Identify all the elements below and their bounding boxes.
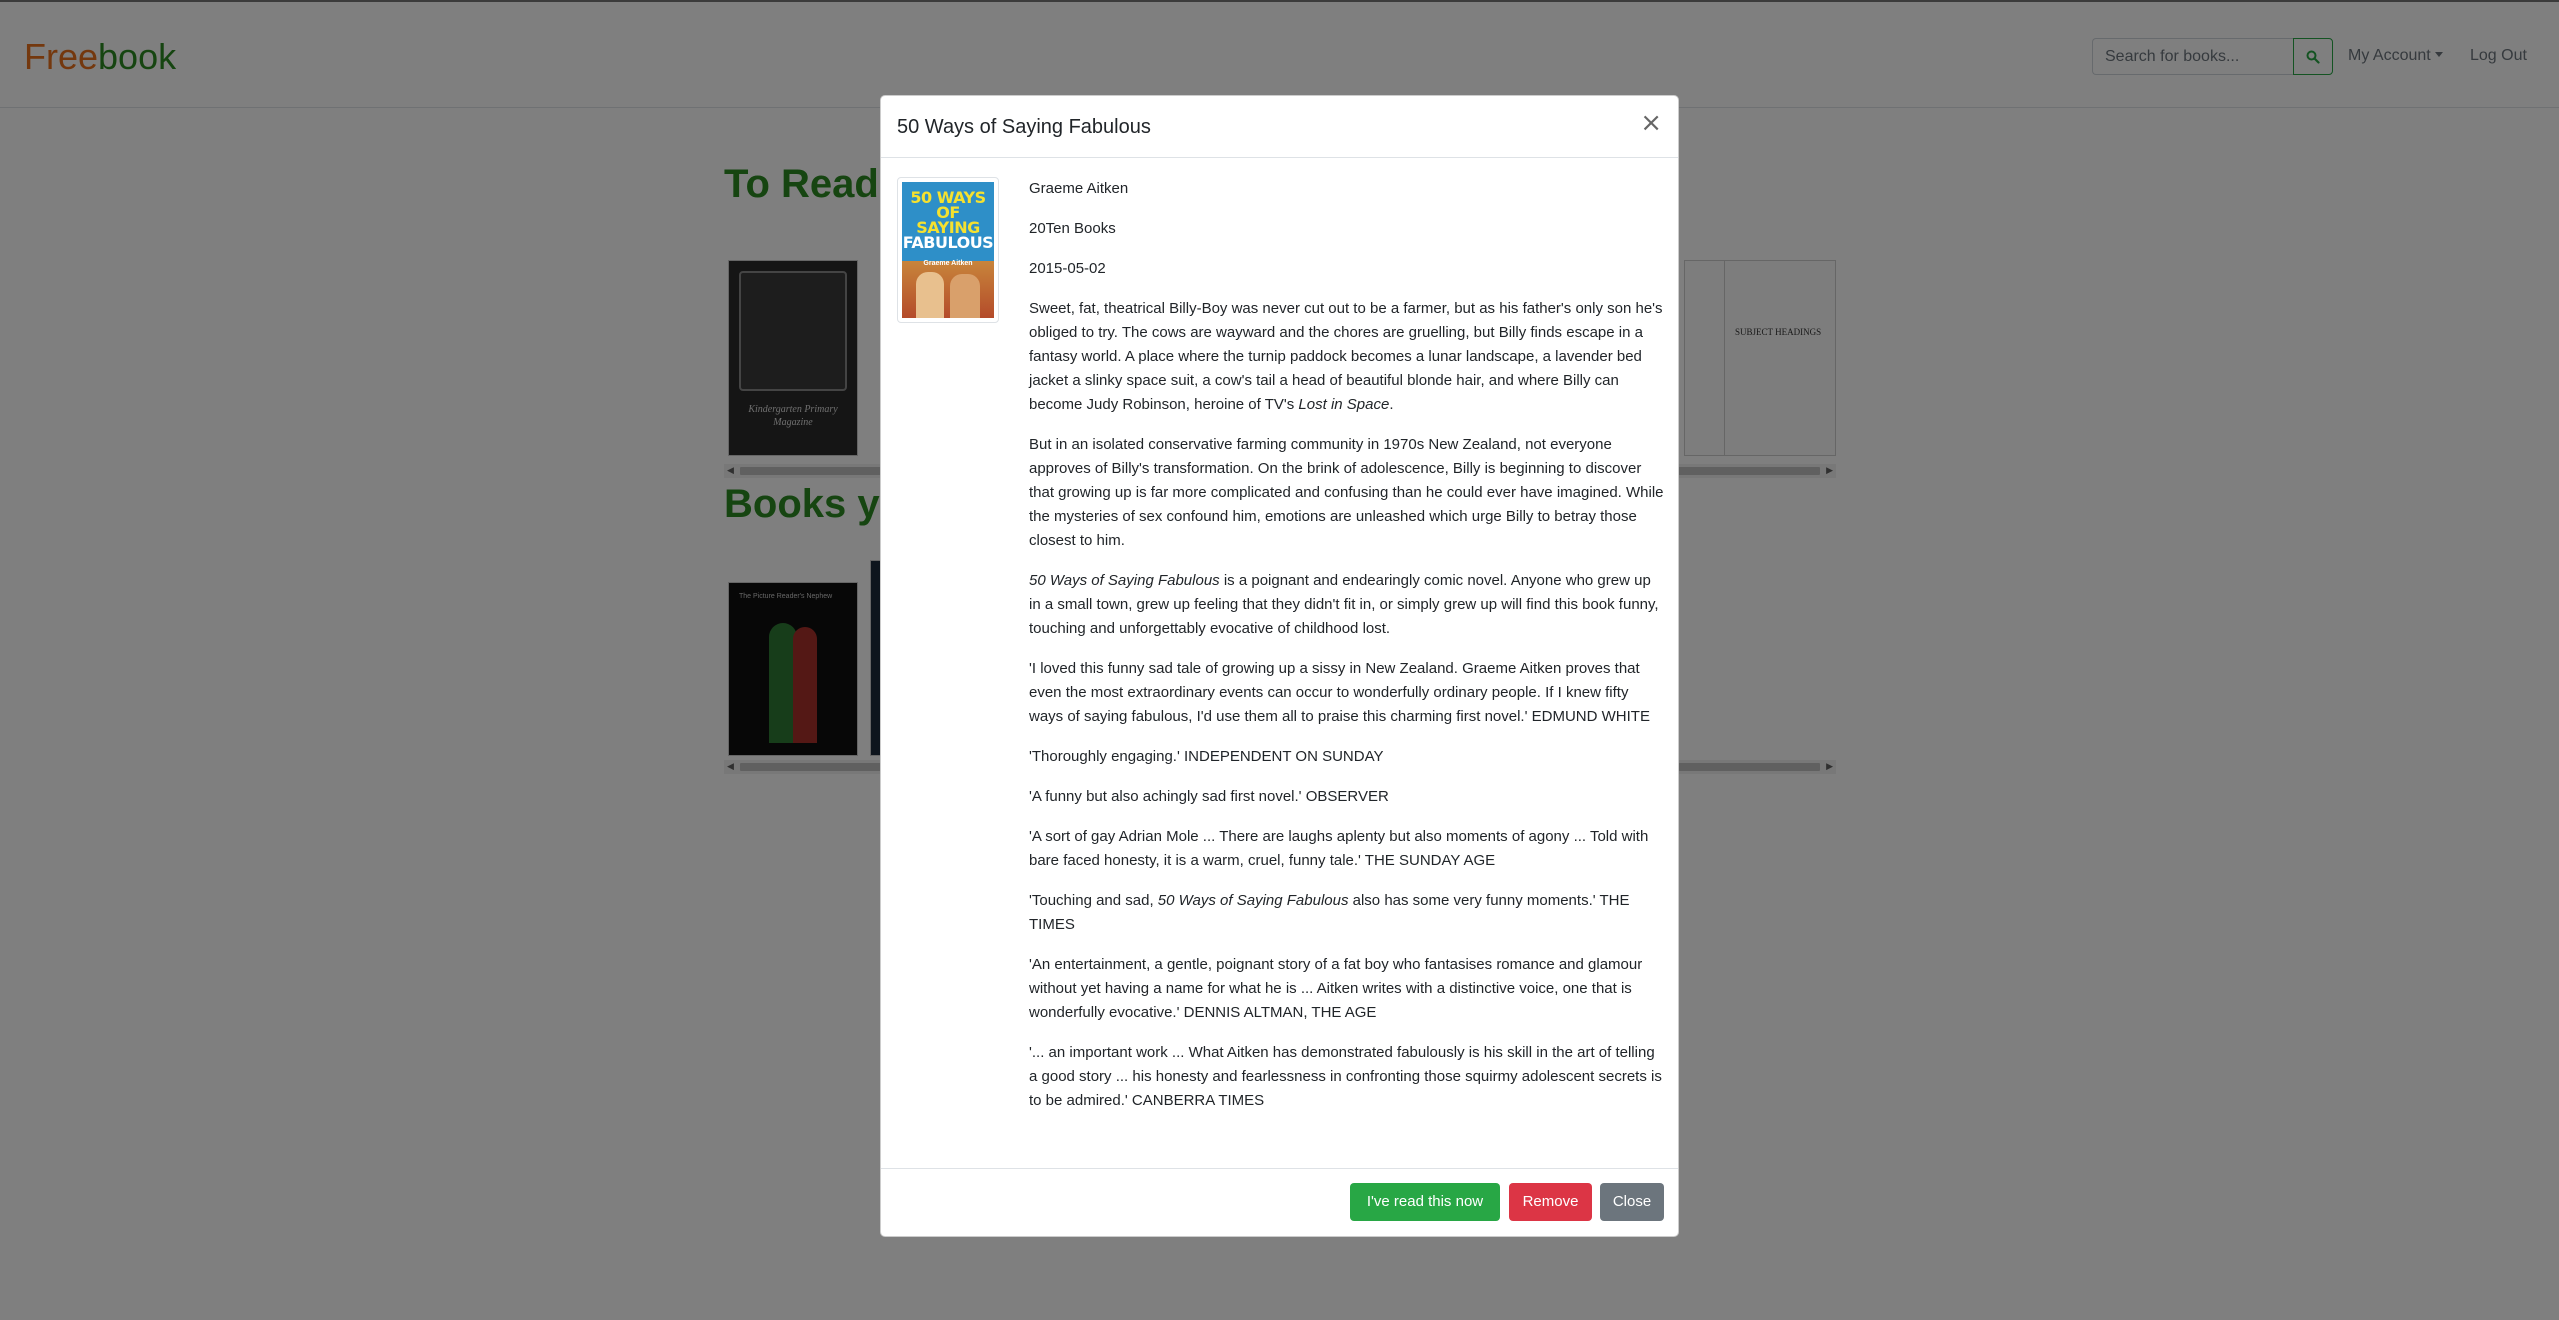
book-date: 2015-05-02: [1029, 260, 1106, 277]
remove-button[interactable]: Remove: [1509, 1183, 1592, 1221]
cover-title-line: OF SAYING: [916, 203, 980, 237]
book-description: Graeme Aitken 20Ten Books 2015-05-02 Swe…: [1029, 177, 1665, 1129]
review-quote: 'Thoroughly engaging.' INDEPENDENT ON SU…: [1029, 748, 1384, 765]
book-cover-thumbnail: 50 WAYS OF SAYING FABULOUS Graeme Aitken: [897, 177, 999, 323]
cover-figure-1: [916, 272, 944, 318]
description-text: 'Touching and sad,: [1029, 892, 1158, 909]
cover-author: Graeme Aitken: [923, 260, 973, 267]
description-text: .: [1389, 396, 1394, 413]
modal-title: 50 Ways of Saying Fabulous: [897, 116, 1151, 138]
cover-title: 50 WAYS OF SAYING FABULOUS: [902, 190, 994, 252]
modal-footer: I've read this now Remove Close: [881, 1168, 1678, 1236]
book-cover-image: 50 WAYS OF SAYING FABULOUS Graeme Aitken: [902, 182, 994, 318]
close-button[interactable]: Close: [1600, 1183, 1664, 1221]
book-details-modal: 50 Ways of Saying Fabulous × 50 WAYS OF …: [880, 95, 1679, 1237]
description-italic: 50 Ways of Saying Fabulous: [1029, 572, 1220, 589]
description-paragraph: But in an isolated conservative farming …: [1029, 436, 1664, 549]
description-paragraph: 50 Ways of Saying Fabulous is a poignant…: [1029, 569, 1665, 641]
book-publisher: 20Ten Books: [1029, 220, 1116, 237]
modal-header: 50 Ways of Saying Fabulous ×: [881, 96, 1678, 158]
review-quote: 'An entertainment, a gentle, poignant st…: [1029, 956, 1643, 1021]
description-paragraph: Sweet, fat, theatrical Billy-Boy was nev…: [1029, 297, 1665, 417]
cover-figure-2: [950, 274, 980, 318]
cover-title-line: FABULOUS: [902, 233, 994, 252]
review-quote: 'Touching and sad, 50 Ways of Saying Fab…: [1029, 889, 1665, 937]
review-quote: 'A sort of gay Adrian Mole ... There are…: [1029, 828, 1649, 869]
review-quote: 'I loved this funny sad tale of growing …: [1029, 660, 1650, 725]
book-author: Graeme Aitken: [1029, 180, 1129, 197]
review-quote: '... an important work ... What Aitken h…: [1029, 1044, 1662, 1109]
description-italic: Lost in Space: [1298, 396, 1390, 413]
close-icon[interactable]: ×: [1640, 110, 1662, 136]
review-quote: 'A funny but also achingly sad first nov…: [1029, 788, 1389, 805]
mark-read-button[interactable]: I've read this now: [1350, 1183, 1500, 1221]
description-italic: 50 Ways of Saying Fabulous: [1157, 892, 1349, 909]
